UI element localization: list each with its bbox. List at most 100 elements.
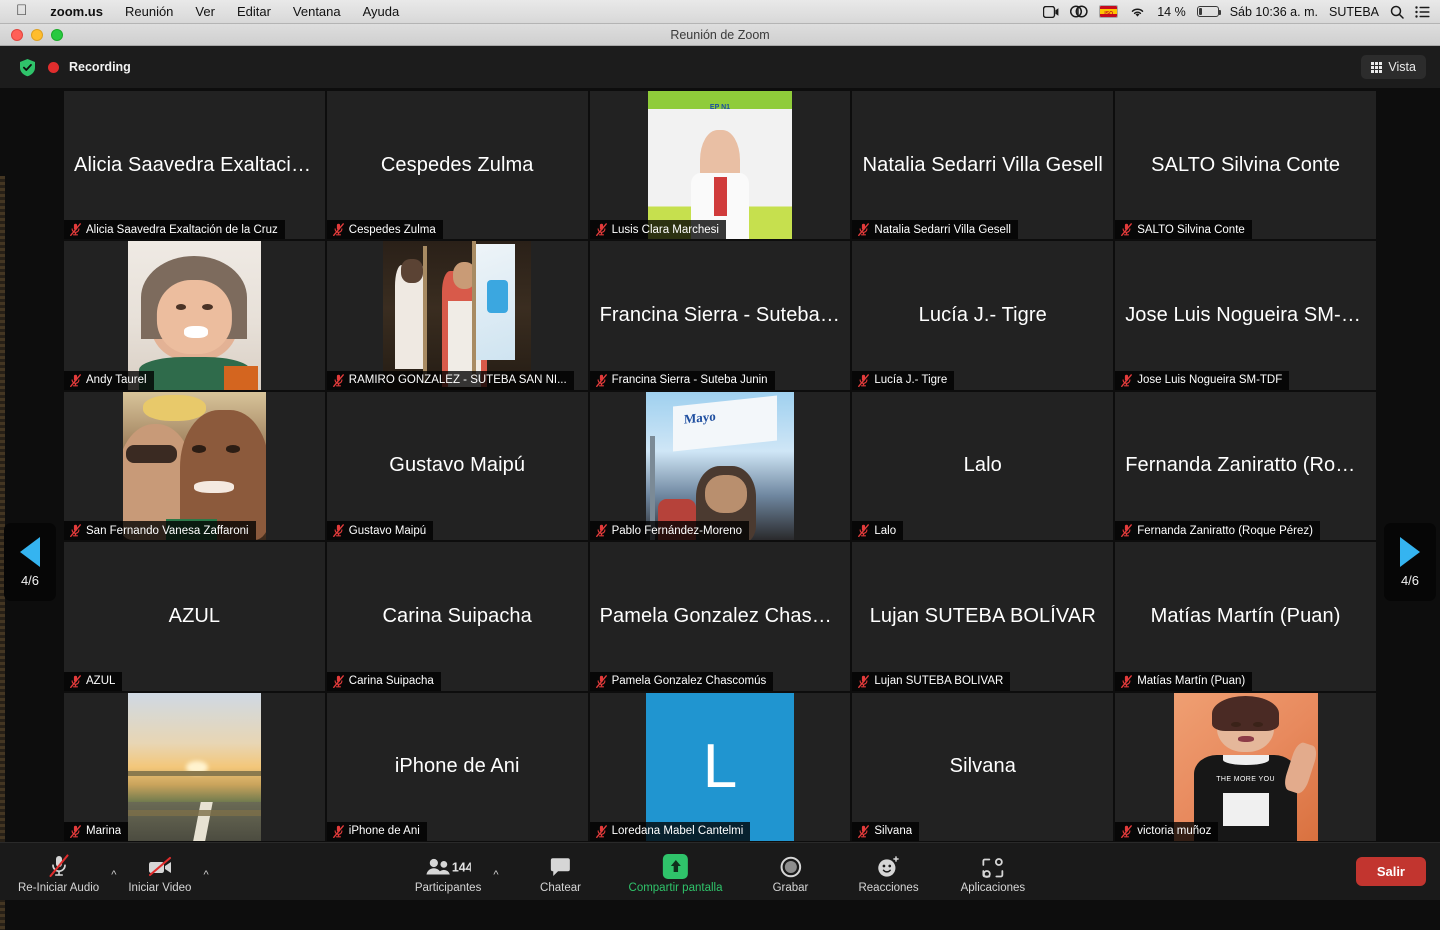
share-screen-button[interactable]: Compartir pantalla (619, 849, 733, 896)
reactions-button-label: Reacciones (858, 882, 918, 894)
participant-name-label: Lucía J.- Tigre (874, 374, 947, 386)
microphone-muted-icon (333, 675, 344, 688)
participant-name-bar: Pamela Gonzalez Chascomús (590, 672, 774, 691)
chevron-left-icon (20, 537, 40, 567)
chevron-right-icon (1400, 537, 1420, 567)
participant-tile[interactable]: RAMIRO GONZALEZ - SUTEBA SAN NI... (327, 241, 588, 389)
apps-button[interactable]: Aplicaciones (951, 849, 1036, 896)
menu-item-zoom-us[interactable]: zoom.us (39, 4, 114, 19)
previous-page-button[interactable]: 4/6 (4, 523, 56, 601)
participant-tile[interactable]: Carina SuipachaCarina Suipacha (327, 542, 588, 690)
participant-name-bar: Cespedes Zulma (327, 220, 443, 239)
participant-video: EP N1 (590, 91, 851, 239)
leave-meeting-button[interactable]: Salir (1356, 857, 1426, 886)
participant-display-name: Natalia Sedarri Villa Gesell (852, 154, 1113, 177)
next-page-button[interactable]: 4/6 (1384, 523, 1436, 601)
participant-tile[interactable]: Marina (64, 693, 325, 841)
spanish-flag-icon[interactable]: ISO (1099, 5, 1118, 18)
menu-item-reunion[interactable]: Reunión (114, 4, 184, 19)
audio-options-chevron-up-icon[interactable]: ^ (109, 869, 118, 881)
microphone-muted-icon (70, 825, 81, 838)
participant-tile[interactable]: Francina Sierra - Suteba J...Francina Si… (590, 241, 851, 389)
participant-tile[interactable]: SALTO Silvina ConteSALTO Silvina Conte (1115, 91, 1376, 239)
participant-name-bar: Silvana (852, 822, 919, 841)
participant-tile[interactable]: SilvanaSilvana (852, 693, 1113, 841)
participant-tile[interactable]: San Fernando Vanesa Zaffaroni (64, 392, 325, 540)
user-label[interactable]: SUTEBA (1329, 5, 1379, 19)
start-video-button[interactable]: Iniciar Video (118, 849, 201, 896)
participant-tile[interactable]: EP N1Lusis Clara Marchesi (590, 91, 851, 239)
participants-button[interactable]: 144 Participantes (405, 849, 491, 896)
microphone-muted-icon (1121, 675, 1132, 688)
search-icon[interactable] (1390, 5, 1404, 19)
participant-tile[interactable]: Lujan SUTEBA BOLÍVARLujan SUTEBA BOLÍVAR (852, 542, 1113, 690)
view-button[interactable]: Vista (1361, 55, 1426, 79)
microphone-muted-icon (596, 675, 607, 688)
participant-tile[interactable]: Fernanda Zaniratto (Roqu...Fernanda Zani… (1115, 392, 1376, 540)
participants-options-chevron-up-icon[interactable]: ^ (491, 869, 500, 881)
mute-audio-button[interactable]: Re-Iniciar Audio (8, 849, 109, 896)
record-button[interactable]: Grabar (754, 849, 826, 896)
participant-tile[interactable]: LaloLalo (852, 392, 1113, 540)
participant-grid: Alicia Saavedra Exaltació...Alicia Saave… (64, 91, 1376, 841)
grid-view-icon (1371, 62, 1382, 73)
camera-icon[interactable] (1043, 6, 1059, 18)
clock-label[interactable]: Sáb 10:36 a. m. (1230, 5, 1318, 19)
chat-button[interactable]: Chatear (525, 849, 597, 896)
participant-tile[interactable]: MayoPablo Fernández-Moreno (590, 392, 851, 540)
participant-name-label: Loredana Mabel Cantelmi (612, 825, 744, 837)
participant-tile[interactable]: Natalia Sedarri Villa GesellNatalia Seda… (852, 91, 1113, 239)
recording-indicator: Recording (16, 56, 131, 78)
minimize-button[interactable] (31, 29, 43, 41)
close-button[interactable] (11, 29, 23, 41)
menu-item-ventana[interactable]: Ventana (282, 4, 352, 19)
menu-item-editar[interactable]: Editar (226, 4, 282, 19)
window-controls[interactable] (11, 29, 63, 41)
participant-name-label: Pamela Gonzalez Chascomús (612, 675, 767, 687)
participant-name-bar: San Fernando Vanesa Zaffaroni (64, 521, 256, 540)
participant-tile[interactable]: Alicia Saavedra Exaltació...Alicia Saave… (64, 91, 325, 239)
share-screen-button-label: Compartir pantalla (629, 882, 723, 894)
recording-label: Recording (69, 60, 131, 74)
participant-name-bar: Fernanda Zaniratto (Roque Pérez) (1115, 521, 1320, 540)
participant-tile[interactable]: Lucía J.- Tigre Lucía J.- Tigre (852, 241, 1113, 389)
maximize-button[interactable] (51, 29, 63, 41)
macos-menu-bar:  zoom.us Reunión Ver Editar Ventana Ayu… (0, 0, 1440, 24)
participant-tile[interactable]: Matías Martín (Puan)Matías Martín (Puan) (1115, 542, 1376, 690)
microphone-muted-icon (333, 374, 344, 387)
participant-tile[interactable]: Pamela Gonzalez Chasco...Pamela Gonzalez… (590, 542, 851, 690)
participant-tile[interactable]: Andy Taurel (64, 241, 325, 389)
participant-display-name: Lucía J.- Tigre (852, 304, 1113, 327)
participant-tile[interactable]: Cespedes ZulmaCespedes Zulma (327, 91, 588, 239)
battery-icon[interactable] (1197, 6, 1219, 17)
apple-logo-icon[interactable]:  (10, 3, 39, 20)
participant-name-bar: Lusis Clara Marchesi (590, 220, 726, 239)
participant-display-name: Alicia Saavedra Exaltació... (64, 154, 325, 177)
wifi-icon[interactable] (1129, 6, 1146, 18)
window-title-bar: Reunión de Zoom (0, 24, 1440, 46)
participant-tile[interactable]: iPhone de AniiPhone de Ani (327, 693, 588, 841)
microphone-muted-icon (1121, 223, 1132, 236)
next-page-label: 4/6 (1401, 573, 1419, 588)
participant-tile[interactable]: Gustavo MaipúGustavo Maipú (327, 392, 588, 540)
menu-item-ver[interactable]: Ver (184, 4, 226, 19)
control-center-icon[interactable] (1415, 6, 1430, 18)
participant-tile[interactable]: THE MORE YOUvictoria muñoz (1115, 693, 1376, 841)
menu-item-ayuda[interactable]: Ayuda (352, 4, 411, 19)
adobe-cc-icon[interactable] (1070, 5, 1088, 18)
participant-name-bar: iPhone de Ani (327, 822, 427, 841)
window-title: Reunión de Zoom (670, 28, 769, 42)
participant-tile[interactable]: AZULAZUL (64, 542, 325, 690)
participant-video (64, 241, 325, 389)
participant-video (327, 241, 588, 389)
participant-video (64, 693, 325, 841)
encryption-shield-icon[interactable] (16, 56, 38, 78)
microphone-muted-icon (1121, 524, 1132, 537)
participant-tile[interactable]: LLoredana Mabel Cantelmi (590, 693, 851, 841)
participant-name-bar: victoria muñoz (1115, 822, 1218, 841)
microphone-muted-icon (46, 853, 72, 879)
video-options-chevron-up-icon[interactable]: ^ (201, 869, 210, 881)
participant-tile[interactable]: Jose Luis Nogueira SM-T...Jose Luis Nogu… (1115, 241, 1376, 389)
microphone-muted-icon (1121, 374, 1132, 387)
reactions-button[interactable]: Reacciones (848, 849, 928, 896)
